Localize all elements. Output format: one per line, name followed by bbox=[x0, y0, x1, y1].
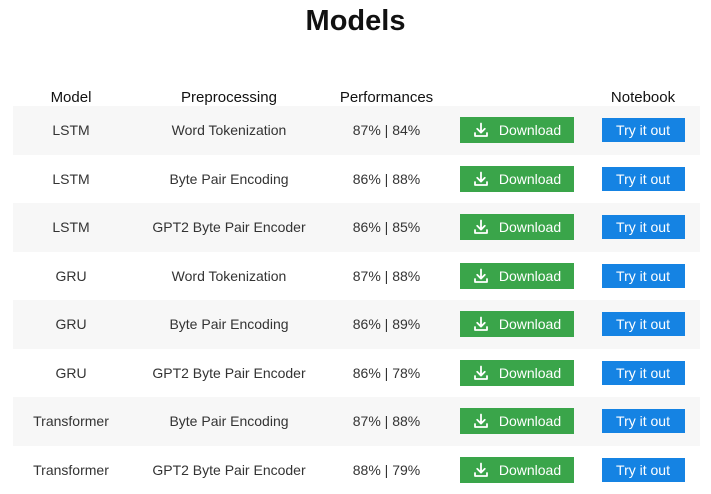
preprocessing-cell: Byte Pair Encoding bbox=[129, 397, 329, 446]
download-button[interactable]: Download bbox=[460, 117, 574, 143]
performances-cell: 88% | 79% bbox=[329, 446, 444, 494]
try-it-out-button[interactable]: Try it out bbox=[602, 215, 685, 239]
performances-cell: 87% | 88% bbox=[329, 252, 444, 301]
table-header: Model Preprocessing Performances Noteboo… bbox=[13, 84, 700, 106]
download-icon bbox=[473, 316, 489, 332]
download-label: Download bbox=[499, 122, 561, 138]
table-row: Transformer GPT2 Byte Pair Encoder 88% |… bbox=[13, 446, 700, 494]
header-model: Model bbox=[13, 84, 129, 106]
download-label: Download bbox=[499, 268, 561, 284]
try-it-out-button[interactable]: Try it out bbox=[602, 264, 685, 288]
download-label: Download bbox=[499, 171, 561, 187]
download-label: Download bbox=[499, 316, 561, 332]
download-button[interactable]: Download bbox=[460, 166, 574, 192]
download-icon bbox=[473, 413, 489, 429]
performances-cell: 86% | 88% bbox=[329, 155, 444, 204]
preprocessing-cell: Word Tokenization bbox=[129, 106, 329, 155]
download-button[interactable]: Download bbox=[460, 408, 574, 434]
download-label: Download bbox=[499, 413, 561, 429]
preprocessing-cell: Byte Pair Encoding bbox=[129, 155, 329, 204]
try-it-out-button[interactable]: Try it out bbox=[602, 409, 685, 433]
download-button[interactable]: Download bbox=[460, 311, 574, 337]
model-cell: Transformer bbox=[13, 397, 129, 446]
preprocessing-cell: GPT2 Byte Pair Encoder bbox=[129, 446, 329, 494]
table-row: LSTM GPT2 Byte Pair Encoder 86% | 85% Do… bbox=[13, 203, 700, 252]
download-button[interactable]: Download bbox=[460, 214, 574, 240]
table-row: GRU GPT2 Byte Pair Encoder 86% | 78% Dow… bbox=[13, 349, 700, 398]
model-cell: GRU bbox=[13, 349, 129, 398]
table-row: LSTM Word Tokenization 87% | 84% Downloa… bbox=[13, 106, 700, 155]
header-notebook: Notebook bbox=[600, 84, 686, 106]
download-icon bbox=[473, 365, 489, 381]
header-preprocessing: Preprocessing bbox=[129, 84, 329, 106]
download-label: Download bbox=[499, 462, 561, 478]
performances-cell: 87% | 88% bbox=[329, 397, 444, 446]
model-cell: GRU bbox=[13, 300, 129, 349]
performances-cell: 86% | 89% bbox=[329, 300, 444, 349]
model-cell: Transformer bbox=[13, 446, 129, 494]
try-it-out-button[interactable]: Try it out bbox=[602, 118, 685, 142]
table-row: GRU Word Tokenization 87% | 88% Download… bbox=[13, 252, 700, 301]
download-icon bbox=[473, 122, 489, 138]
performances-cell: 87% | 84% bbox=[329, 106, 444, 155]
table-row: Transformer Byte Pair Encoding 87% | 88%… bbox=[13, 397, 700, 446]
download-button[interactable]: Download bbox=[460, 457, 574, 483]
preprocessing-cell: GPT2 Byte Pair Encoder bbox=[129, 203, 329, 252]
model-cell: LSTM bbox=[13, 203, 129, 252]
download-icon bbox=[473, 171, 489, 187]
download-icon bbox=[473, 219, 489, 235]
performances-cell: 86% | 85% bbox=[329, 203, 444, 252]
preprocessing-cell: GPT2 Byte Pair Encoder bbox=[129, 349, 329, 398]
download-icon bbox=[473, 462, 489, 478]
download-icon bbox=[473, 268, 489, 284]
table-row: LSTM Byte Pair Encoding 86% | 88% Downlo… bbox=[13, 155, 700, 204]
model-cell: LSTM bbox=[13, 155, 129, 204]
try-it-out-button[interactable]: Try it out bbox=[602, 458, 685, 482]
download-label: Download bbox=[499, 365, 561, 381]
model-cell: LSTM bbox=[13, 106, 129, 155]
models-table: Model Preprocessing Performances Noteboo… bbox=[13, 84, 700, 494]
header-performances: Performances bbox=[329, 84, 444, 106]
page-title: Models bbox=[0, 4, 711, 38]
try-it-out-button[interactable]: Try it out bbox=[602, 167, 685, 191]
download-button[interactable]: Download bbox=[460, 360, 574, 386]
try-it-out-button[interactable]: Try it out bbox=[602, 361, 685, 385]
download-label: Download bbox=[499, 219, 561, 235]
table-row: GRU Byte Pair Encoding 86% | 89% Downloa… bbox=[13, 300, 700, 349]
preprocessing-cell: Byte Pair Encoding bbox=[129, 300, 329, 349]
performances-cell: 86% | 78% bbox=[329, 349, 444, 398]
model-cell: GRU bbox=[13, 252, 129, 301]
download-button[interactable]: Download bbox=[460, 263, 574, 289]
preprocessing-cell: Word Tokenization bbox=[129, 252, 329, 301]
try-it-out-button[interactable]: Try it out bbox=[602, 312, 685, 336]
